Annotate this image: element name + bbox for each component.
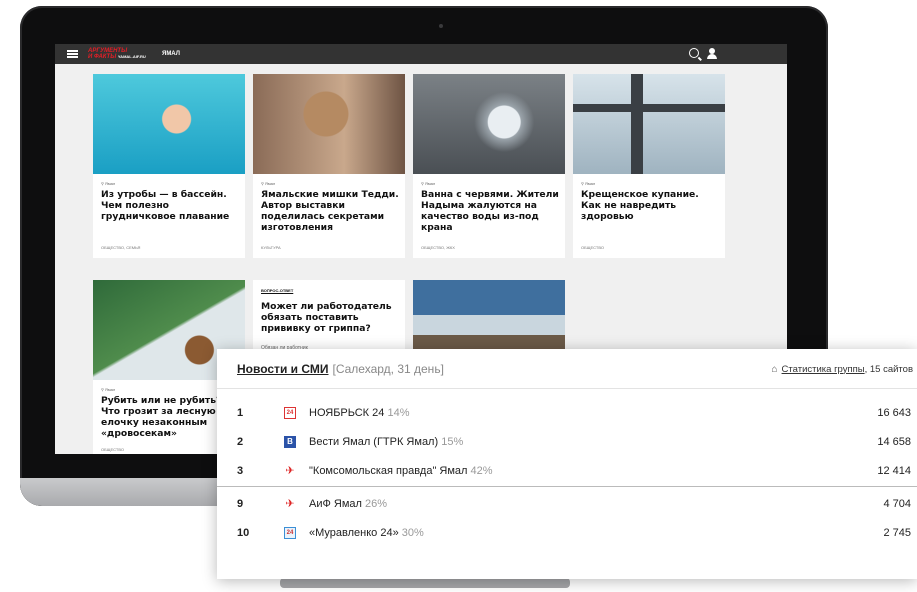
article-image	[413, 74, 565, 174]
table-row[interactable]: 2 В Вести Ямал (ГТРК Ямал) 15% 14 658	[217, 427, 917, 456]
menu-icon[interactable]	[67, 50, 78, 58]
panel-meta: [Салехард, 31 день]	[332, 362, 444, 376]
table-row[interactable]: 9 ✈ АиФ Ямал 26% 4 704	[217, 489, 917, 518]
stats-panel: Новости и СМИ [Салехард, 31 день] ⌂ Стат…	[217, 349, 917, 579]
nav-icons	[689, 48, 717, 59]
article-tags[interactable]: ОБЩЕСТВО	[101, 447, 124, 452]
panel-title[interactable]: Новости и СМИ	[237, 362, 329, 376]
row-site[interactable]: «Муравленко 24» 30%	[309, 527, 424, 539]
article-kicker[interactable]: ВОПРОС-ОТВЕТ	[261, 288, 293, 293]
article-image	[253, 74, 405, 174]
group-stats-suffix: , 15 сайтов	[864, 363, 913, 375]
article-location: ⚲ Ямал	[261, 181, 276, 186]
table-row[interactable]: 1 24 НОЯБРЬСК 24 14% 16 643	[217, 398, 917, 427]
chart-icon: ⌂	[771, 363, 778, 375]
kp-icon: ✈	[285, 465, 295, 477]
article-tags[interactable]: КУЛЬТУРА	[261, 245, 281, 250]
article-tags[interactable]: ОБЩЕСТВО, ЖКХ	[421, 245, 455, 250]
row-site[interactable]: АиФ Ямал 26%	[309, 498, 387, 510]
muravlenko24-icon: 24	[284, 526, 296, 539]
user-icon[interactable]	[707, 48, 717, 59]
row-value: 4 704	[883, 497, 911, 510]
article-card[interactable]: ⚲ Ямал Ямальские мишки Тедди. Автор выст…	[253, 74, 405, 258]
row-value: 14 658	[877, 435, 911, 448]
noyabrsk24-icon: 24	[284, 406, 296, 419]
divider	[217, 486, 917, 487]
row-value: 2 745	[883, 526, 911, 539]
site-logo[interactable]: АРГУМЕНТЫ И ФАКТЫ YAMAL.AIF.RU	[88, 48, 148, 60]
camera-icon	[439, 24, 443, 28]
article-location: ⚲ Ямал	[101, 387, 116, 392]
article-card[interactable]: ⚲ Ямал Ванна с червями. Жители Надыма жа…	[413, 74, 565, 258]
row-rank: 9	[237, 497, 244, 510]
monitor-stand-base	[280, 578, 570, 588]
article-card[interactable]: ⚲ Ямал Крещенское купание. Как не навред…	[573, 74, 725, 258]
article-title[interactable]: Из утробы — в бассейн. Чем полезно грудн…	[101, 189, 239, 222]
article-location: ⚲ Ямал	[101, 181, 116, 186]
article-title[interactable]: Ванна с червями. Жители Надыма жалуются …	[421, 189, 559, 233]
row-rank: 3	[237, 464, 244, 477]
table-row[interactable]: 3 ✈ "Комсомольская правда" Ямал 42% 12 4…	[217, 456, 917, 485]
row-site[interactable]: НОЯБРЬСК 24 14%	[309, 407, 409, 419]
aif-icon: ✈	[285, 498, 295, 510]
row-rank: 2	[237, 435, 244, 448]
divider	[217, 388, 917, 389]
article-card[interactable]: ⚲ Ямал Из утробы — в бассейн. Чем полезн…	[93, 74, 245, 258]
vesti-icon: В	[284, 435, 296, 448]
article-title[interactable]: Ямальские мишки Тедди. Автор выставки по…	[261, 189, 399, 233]
article-image	[93, 74, 245, 174]
logo-bottom: И ФАКТЫ YAMAL.AIF.RU	[88, 54, 146, 60]
region-label[interactable]: ЯМАЛ	[162, 51, 180, 57]
table-row[interactable]: 10 24 «Муравленко 24» 30% 2 745	[217, 518, 917, 547]
row-site[interactable]: "Комсомольская правда" Ямал 42%	[309, 465, 493, 477]
row-site[interactable]: Вести Ямал (ГТРК Ямал) 15%	[309, 436, 463, 448]
group-stats-link[interactable]: Статистика группы	[782, 364, 865, 375]
article-title[interactable]: Крещенское купание. Как не навредить здо…	[581, 189, 719, 222]
article-tags[interactable]: ОБЩЕСТВО	[581, 245, 604, 250]
row-rank: 1	[237, 406, 244, 419]
article-tags[interactable]: ОБЩЕСТВО, СЕМЬЯ	[101, 245, 140, 250]
site-navbar: АРГУМЕНТЫ И ФАКТЫ YAMAL.AIF.RU ЯМАЛ	[55, 44, 787, 64]
row-value: 16 643	[877, 406, 911, 419]
article-location: ⚲ Ямал	[421, 181, 436, 186]
search-icon[interactable]	[689, 48, 699, 58]
row-value: 12 414	[877, 464, 911, 477]
group-stats: ⌂ Статистика группы , 15 сайтов	[772, 359, 914, 379]
article-title[interactable]: Может ли работодатель обязать поставить …	[261, 301, 399, 334]
article-image	[573, 74, 725, 174]
row-rank: 10	[237, 526, 250, 539]
article-location: ⚲ Ямал	[581, 181, 596, 186]
